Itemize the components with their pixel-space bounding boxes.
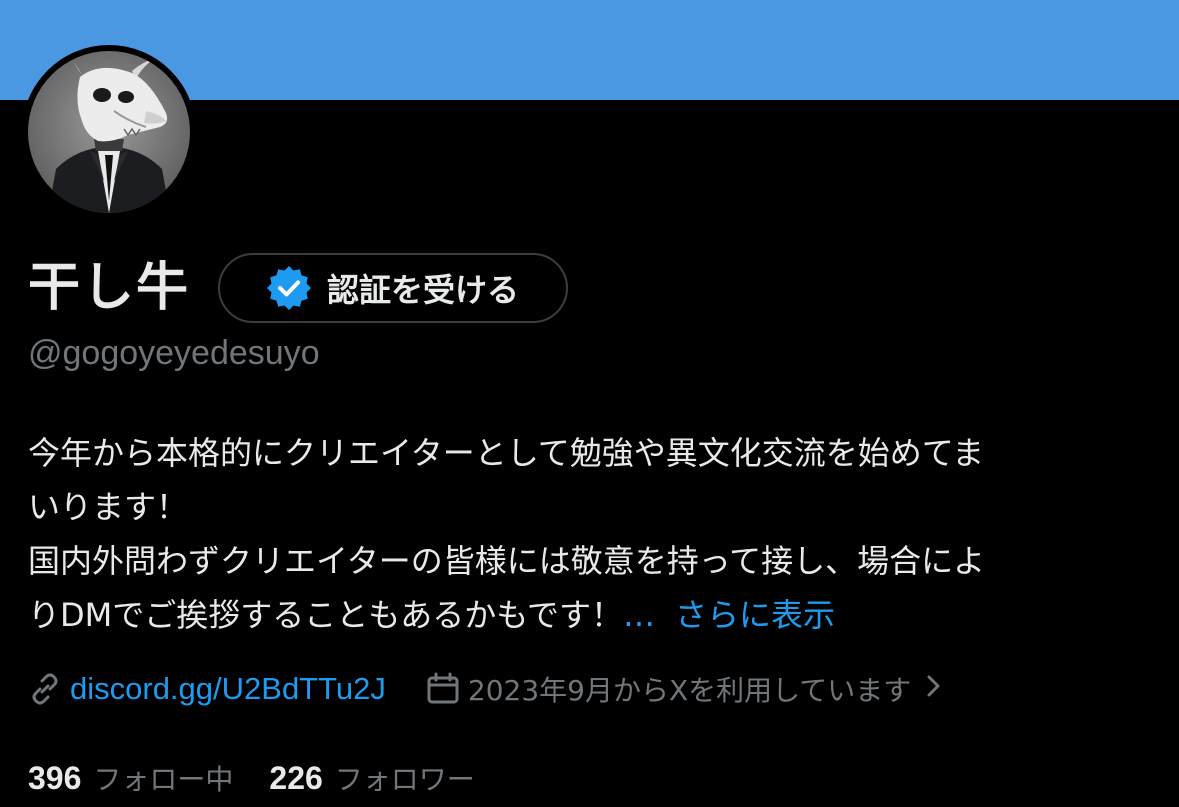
followers-stat[interactable]: 226 フォロワー [269, 758, 474, 798]
bio-line: 今年から本格的にクリエイターとして勉強や異文化交流を始めてま [28, 434, 985, 472]
following-stat[interactable]: 396 フォロー中 [28, 758, 233, 798]
followers-count: 226 [269, 760, 323, 796]
chevron-right-icon [925, 673, 943, 706]
name-row: 干し牛 認証を受ける [28, 252, 569, 324]
link-icon [28, 672, 62, 706]
get-verified-label: 認証を受ける [327, 271, 520, 309]
profile-meta-row: discord.gg/U2BdTTu2J 2023年9月からXを利用しています [28, 666, 943, 712]
follow-stats: 396 フォロー中 226 フォロワー [28, 756, 511, 800]
verified-badge-icon [267, 266, 311, 310]
joined-text: 2023年9月からXを利用しています [467, 674, 912, 707]
joined-date[interactable]: 2023年9月からXを利用しています [426, 669, 943, 709]
show-more-link[interactable]: さらに表示 [675, 596, 835, 634]
bio-line-last: りDMでご挨拶することもあるかもです！… さらに表示 [28, 588, 1158, 642]
bio-ellipsis: … [622, 596, 655, 634]
following-label: フォロー中 [93, 763, 234, 796]
display-name: 干し牛 [28, 258, 191, 318]
profile-bio: 今年から本格的にクリエイターとして勉強や異文化交流を始めてま いります！ 国内外… [28, 426, 1158, 642]
calendar-icon [426, 672, 460, 706]
username-handle: @gogoyeyedesuyo [28, 334, 320, 372]
get-verified-button[interactable]: 認証を受ける [218, 253, 569, 323]
bio-line-text: りDMでご挨拶することもあるかもです！ [28, 596, 623, 634]
bio-line: 国内外問わずクリエイターの皆様には敬意を持って接し、場合によ [28, 542, 986, 580]
profile-page: 干し牛 認証を受ける @gogoyeyedesuyo 今年から本格的にクリエイタ… [0, 0, 1179, 807]
following-count: 396 [28, 760, 82, 796]
profile-website-link[interactable]: discord.gg/U2BdTTu2J [70, 671, 386, 707]
followers-label: フォロワー [334, 763, 475, 796]
bio-line: いります！ [28, 488, 189, 526]
avatar[interactable] [28, 51, 190, 213]
